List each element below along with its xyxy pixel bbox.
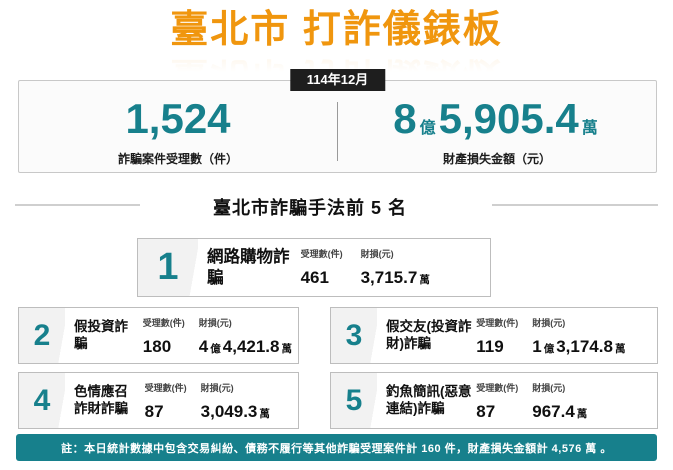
- loss-header: 財損(元): [200, 383, 234, 393]
- dashboard-page: 臺北市 打詐儀錶板 臺北市 打詐儀錶板 114年12月 1,524 詐騙案件受理…: [0, 0, 673, 470]
- count-header: 受理數(件): [144, 383, 187, 393]
- fraud-name: 網路購物詐騙: [207, 247, 290, 287]
- loss-value: 967.4 萬: [532, 402, 588, 421]
- count-header: 受理數(件): [300, 249, 343, 259]
- count-value: 119: [476, 337, 504, 356]
- fraud-card-rank2: 2 假投資詐騙 受理數(件) 180 財損(元) 4 億 4,421.8 萬: [18, 307, 299, 364]
- count-value: 87: [144, 402, 164, 421]
- page-title: 臺北市 打詐儀錶板: [170, 9, 503, 51]
- footnote-bar: 註：本日統計數據中包含交易糾紛、債務不履行等其他詐騙受理案件計 160 件，財產…: [16, 434, 657, 461]
- period-badge: 114年12月: [289, 69, 386, 91]
- loss-column: 財損(元) 967.4 萬: [532, 373, 657, 428]
- loss-column: 財損(元) 4 億 4,421.8 萬: [199, 308, 298, 363]
- rank-badge: 4: [19, 373, 65, 428]
- loss-value: 3,049.3 萬: [200, 402, 270, 421]
- loss-value: 4 億 4,421.8 萬: [198, 337, 292, 356]
- cases-value: 1,524: [125, 95, 231, 142]
- loss-column: 財損(元) 1 億 3,174.8 萬: [532, 308, 657, 363]
- loss-column: 財損(元) 3,049.3 萬: [201, 373, 298, 428]
- fraud-name: 假投資詐騙: [74, 318, 128, 351]
- count-column: 受理數(件) 461: [301, 239, 361, 296]
- rank-badge: 1: [138, 239, 198, 296]
- count-column: 受理數(件) 119: [476, 308, 532, 363]
- count-column: 受理數(件) 87: [145, 373, 201, 428]
- loss-value: 1 億 3,174.8 萬: [532, 337, 626, 356]
- count-header: 受理數(件): [476, 383, 519, 393]
- loss-header: 財損(元): [198, 318, 232, 328]
- cases-label: 詐騙案件受理數（件）: [117, 152, 238, 166]
- fraud-name: 假交友(投資詐財)詐騙: [386, 318, 472, 351]
- fraud-card-rank4: 4 色情應召詐財詐騙 受理數(件) 87 財損(元) 3,049.3 萬: [18, 372, 299, 429]
- loss-header: 財損(元): [360, 249, 394, 259]
- count-value: 87: [476, 402, 496, 421]
- loss-value: 8 億5,905.4 萬: [393, 95, 598, 142]
- rank-badge: 3: [331, 308, 377, 363]
- summary-card: 114年12月 1,524 詐騙案件受理數（件） 8 億5,905.4 萬 財產損失…: [18, 69, 657, 173]
- loss-value: 3,715.7 萬: [360, 268, 430, 287]
- count-column: 受理數(件) 180: [143, 308, 199, 363]
- section-title: 臺北市詐騙手法前 5 名: [212, 198, 407, 218]
- loss-header: 財損(元): [532, 383, 566, 393]
- count-header: 受理數(件): [142, 318, 185, 328]
- rank-badge: 5: [331, 373, 377, 428]
- footnote-text: 註：本日統計數據中包含交易糾紛、債務不履行等其他詐騙受理案件計 160 件，財產…: [61, 442, 612, 455]
- fraud-name: 釣魚簡訊(惡意連結)詐騙: [386, 383, 472, 416]
- count-value: 180: [142, 337, 172, 356]
- fraud-name: 色情應召詐財詐騙: [74, 383, 128, 416]
- count-header: 受理數(件): [476, 318, 519, 328]
- section-line-right: [492, 204, 658, 206]
- fraud-card-rank1: 1 網路購物詐騙 受理數(件) 461 財損(元) 3,715.7 萬: [137, 238, 491, 297]
- count-column: 受理數(件) 87: [476, 373, 532, 428]
- stat-loss: 8 億5,905.4 萬 財產損失金額（元）: [338, 81, 656, 172]
- rank-badge: 2: [19, 308, 65, 363]
- stat-cases: 1,524 詐騙案件受理數（件）: [19, 81, 337, 172]
- count-value: 461: [300, 268, 329, 287]
- loss-column: 財損(元) 3,715.7 萬: [361, 239, 490, 296]
- fraud-card-rank3: 3 假交友(投資詐財)詐騙 受理數(件) 119 財損(元) 1 億 3,174.8…: [330, 307, 658, 364]
- fraud-card-rank5: 5 釣魚簡訊(惡意連結)詐騙 受理數(件) 87 財損(元) 967.4 萬: [330, 372, 658, 429]
- loss-header: 財損(元): [532, 318, 566, 328]
- loss-label: 財產損失金額（元）: [442, 152, 551, 166]
